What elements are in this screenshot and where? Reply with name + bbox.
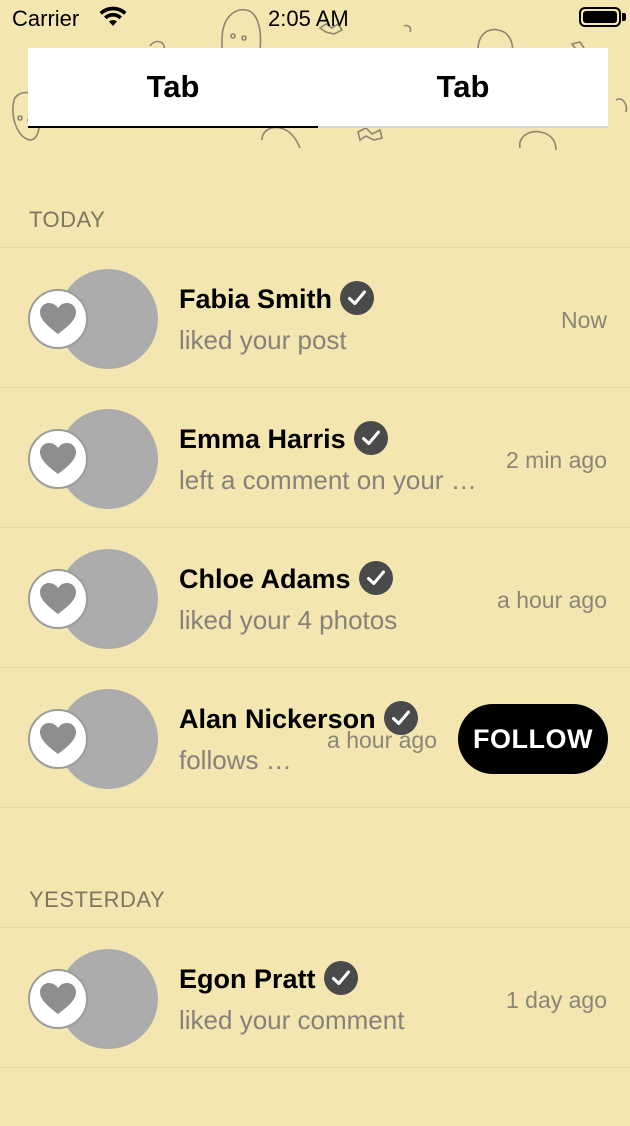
notification-text: left a comment on your photo [179,465,481,495]
timestamp: a hour ago [327,727,437,753]
timestamp: 1 day ago [505,987,607,1013]
timestamp: 2 min ago [505,447,607,473]
user-name: Emma Harris [179,424,346,454]
carrier-label: Carrier [12,6,80,31]
heart-icon [40,723,76,754]
section-header-yesterday: YESTERDAY [29,887,166,912]
heart-badge [28,569,88,629]
tab-second[interactable]: Tab [318,48,608,128]
notification-row[interactable]: Chloe Adams liked your 4 photos a hour a… [0,528,630,667]
heart-icon [40,983,76,1014]
section-header-today: TODAY [29,207,106,232]
user-name: Chloe Adams [179,564,351,594]
user-name: Egon Pratt [179,964,316,994]
timestamp: Now [560,307,607,333]
battery-tip [622,13,626,21]
heart-badge [28,429,88,489]
heart-badge [28,289,88,349]
heart-icon [40,443,76,474]
user-name: Fabia Smith [179,284,333,314]
user-name-container[interactable]: Chloe Adams [179,560,393,595]
heart-icon [40,303,76,334]
verified-check-icon [340,280,375,315]
follow-button[interactable]: FOLLOW [458,704,608,774]
heart-badge [28,709,88,769]
wifi-icon [99,6,127,26]
user-name-container[interactable]: Fabia Smith [179,280,375,315]
user-name-container[interactable]: Emma Harris [179,420,388,455]
divider [0,1067,630,1068]
verified-check-icon [323,960,358,995]
verified-check-icon [353,420,388,455]
notification-row[interactable]: Emma Harris left a comment on your photo… [0,388,630,527]
battery-icon [579,7,621,27]
notification-text: liked your 4 photos [179,605,398,635]
clock: 2:05 AM [268,6,349,31]
timestamp: a hour ago [497,587,607,613]
notification-text: liked your comment [179,1005,405,1035]
tab-label: Tab [146,69,200,104]
heart-badge [28,969,88,1029]
divider [0,807,630,808]
tab-bar: Tab Tab [28,48,608,128]
verified-check-icon [358,560,393,595]
tab-first[interactable]: Tab [28,48,318,128]
heart-icon [40,583,76,614]
notification-row[interactable]: Fabia Smith liked your post Now [0,248,630,387]
notification-row[interactable]: Alan Nickerson follows you a hour ago FO… [0,668,630,807]
status-bar: Carrier 2:05 AM [0,0,630,40]
notification-text: follows you [179,745,294,775]
tab-label: Tab [436,69,490,104]
notification-row[interactable]: Egon Pratt liked your comment 1 day ago [0,928,630,1067]
user-name-container[interactable]: Egon Pratt [179,960,358,995]
notification-text: liked your post [179,325,347,355]
